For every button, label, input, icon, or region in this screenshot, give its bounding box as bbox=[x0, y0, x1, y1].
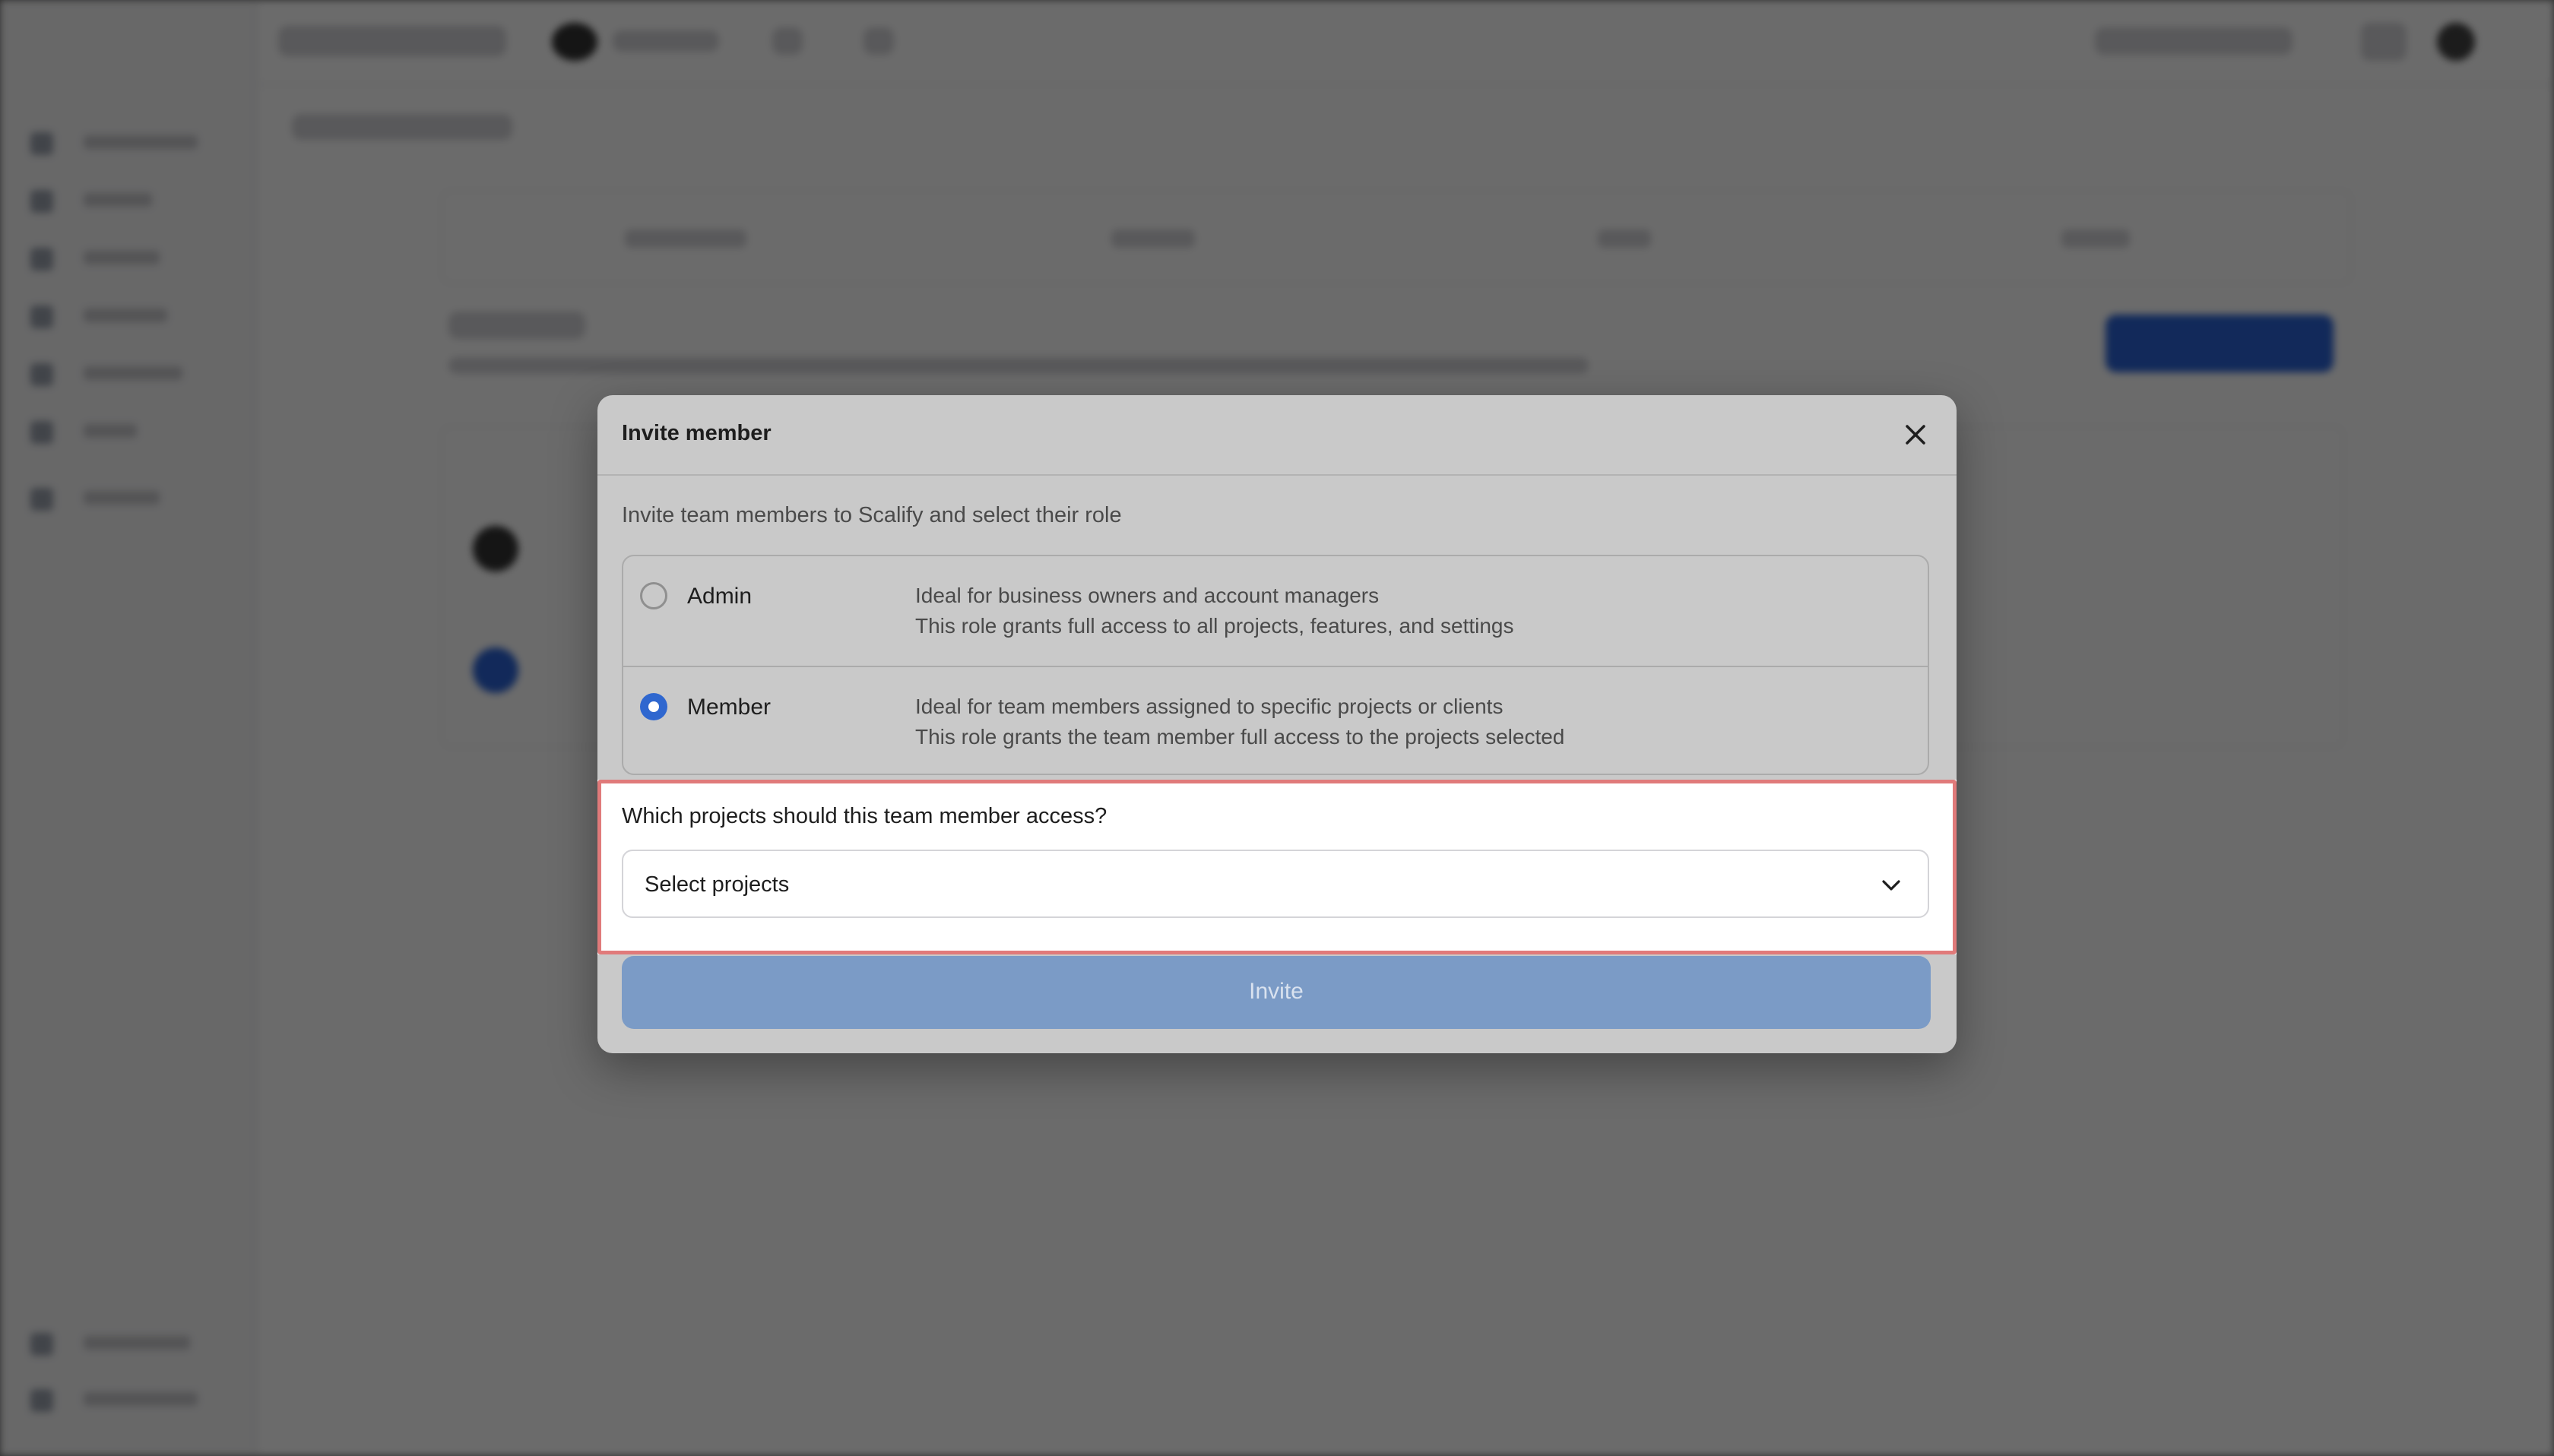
member-radio[interactable] bbox=[640, 693, 667, 720]
role-option-admin[interactable]: Admin Ideal for business owners and acco… bbox=[623, 556, 1928, 667]
dialog-subtitle: Invite team members to Scalify and selec… bbox=[622, 503, 1122, 527]
role-option-member[interactable]: Member Ideal for team members assigned t… bbox=[623, 667, 1928, 777]
dialog-title: Invite member bbox=[622, 421, 772, 445]
invite-member-dialog: Invite member Invite team members to Sca… bbox=[597, 395, 1957, 1053]
invite-button[interactable]: Invite bbox=[622, 956, 1931, 1029]
close-button[interactable] bbox=[1899, 418, 1932, 451]
role-name: Member bbox=[687, 695, 772, 720]
projects-select[interactable]: Select projects bbox=[622, 850, 1929, 918]
role-description: This role grants full access to all proj… bbox=[915, 614, 1514, 638]
role-description: This role grants the team member full ac… bbox=[915, 725, 1565, 749]
admin-radio[interactable] bbox=[640, 582, 667, 609]
role-description: Ideal for business owners and account ma… bbox=[915, 584, 1380, 607]
role-description: Ideal for team members assigned to speci… bbox=[915, 695, 1504, 718]
role-name: Admin bbox=[687, 584, 753, 609]
invite-button-label: Invite bbox=[1249, 979, 1304, 1004]
projects-section: Which projects should this team member a… bbox=[597, 780, 1957, 954]
dialog-header: Invite member bbox=[597, 395, 1957, 476]
projects-question: Which projects should this team member a… bbox=[622, 804, 1107, 828]
projects-select-placeholder: Select projects bbox=[645, 872, 790, 897]
role-options: Admin Ideal for business owners and acco… bbox=[622, 555, 1929, 775]
close-icon bbox=[1906, 425, 1925, 445]
chevron-down-icon bbox=[1882, 880, 1900, 891]
